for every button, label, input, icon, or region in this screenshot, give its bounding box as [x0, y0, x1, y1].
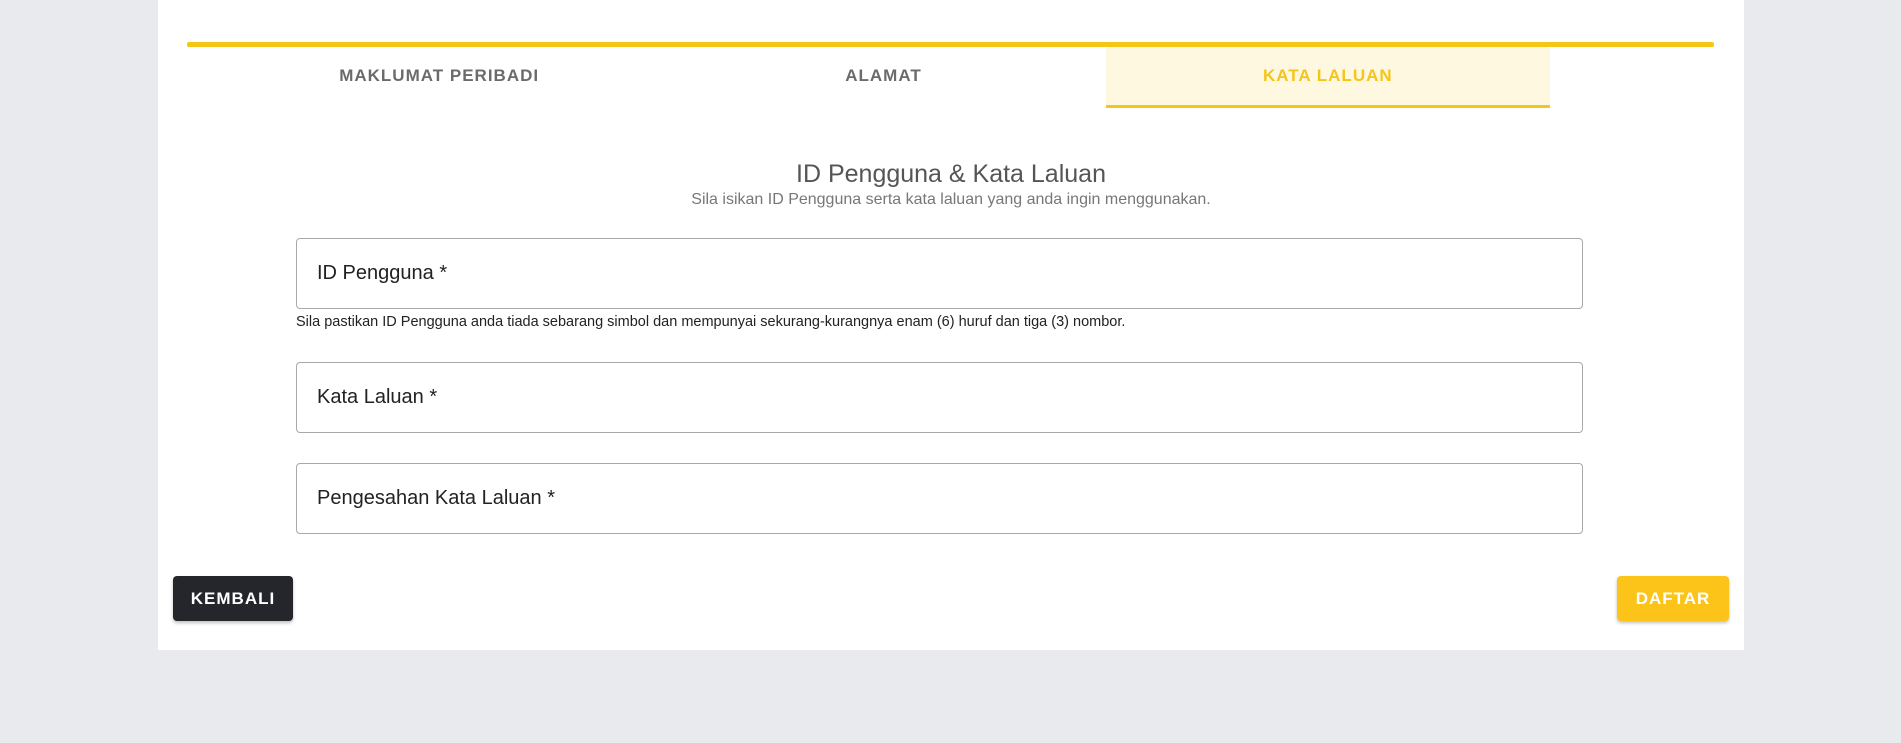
userid-hint: Sila pastikan ID Pengguna anda tiada seb… — [296, 314, 1126, 330]
register-button[interactable]: DAFTAR — [1617, 576, 1729, 621]
userid-field[interactable]: ID Pengguna * — [296, 238, 1583, 309]
back-button[interactable]: KEMBALI — [173, 576, 293, 621]
password-field-label: Kata Laluan * — [317, 386, 438, 408]
userid-field-label: ID Pengguna * — [317, 262, 448, 284]
registration-card: MAKLUMAT PERIBADI ALAMAT KATA LALUAN ID … — [158, 0, 1744, 650]
tab-password[interactable]: KATA LALUAN — [1105, 47, 1550, 108]
section-title: ID Pengguna & Kata Laluan — [796, 160, 1106, 188]
step-tabs: MAKLUMAT PERIBADI ALAMAT KATA LALUAN — [217, 47, 1550, 108]
confirm-password-field-label: Pengesahan Kata Laluan * — [317, 487, 555, 509]
tab-personal-info[interactable]: MAKLUMAT PERIBADI — [217, 47, 661, 108]
tab-address[interactable]: ALAMAT — [661, 47, 1105, 108]
confirm-password-field[interactable]: Pengesahan Kata Laluan * — [296, 463, 1583, 534]
password-field[interactable]: Kata Laluan * — [296, 362, 1583, 433]
section-subtitle: Sila isikan ID Pengguna serta kata lalua… — [691, 191, 1211, 208]
